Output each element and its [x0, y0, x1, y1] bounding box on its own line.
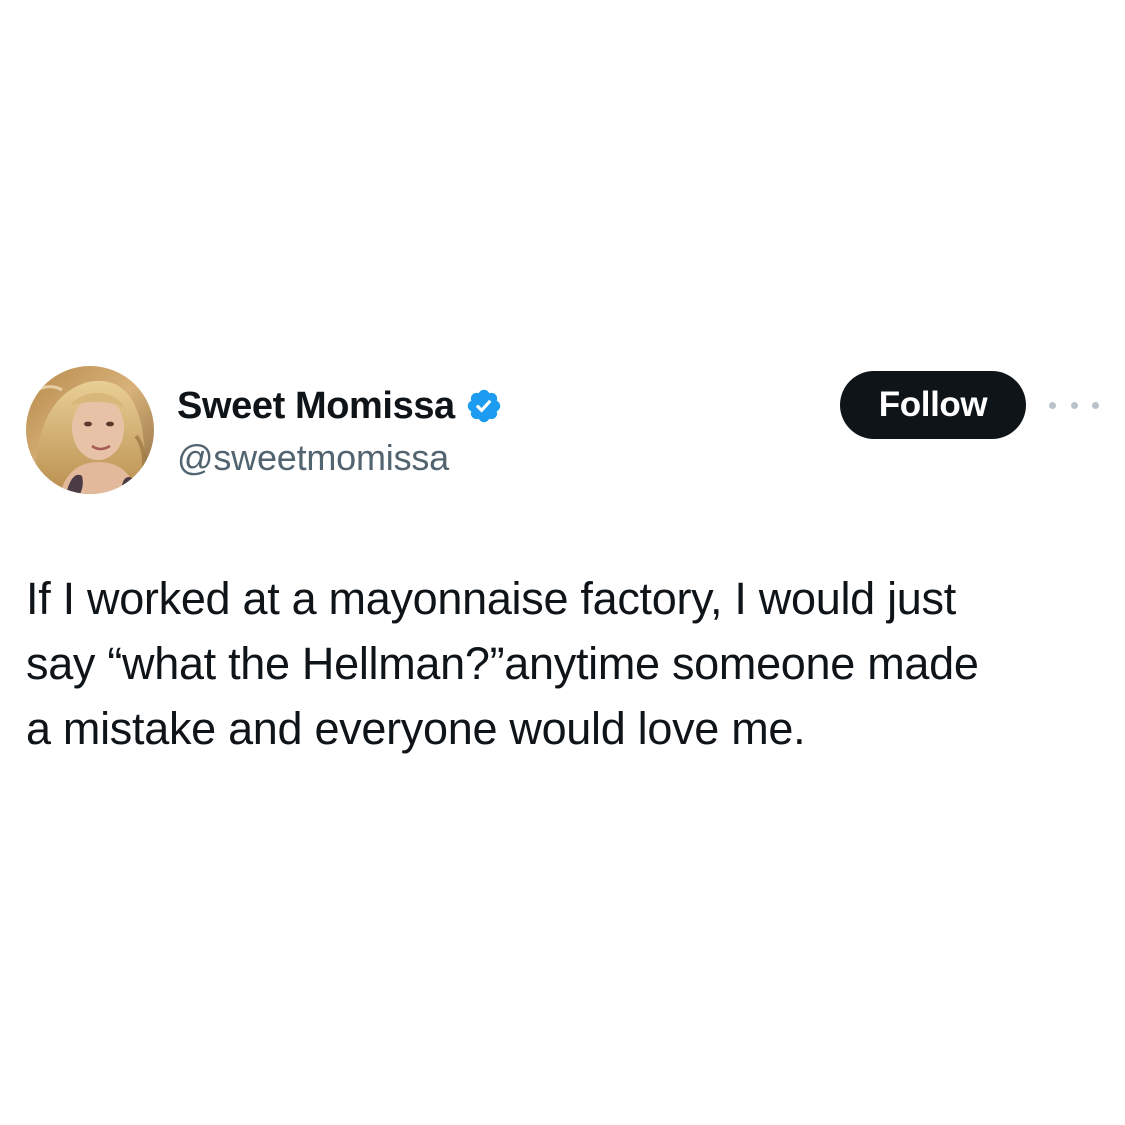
display-name-row[interactable]: Sweet Momissa: [177, 382, 503, 430]
tweet-text: If I worked at a mayonnaise factory, I w…: [26, 573, 979, 754]
more-dot: [1092, 401, 1099, 409]
more-dot: [1049, 401, 1056, 409]
display-name[interactable]: Sweet Momissa: [177, 385, 455, 428]
avatar[interactable]: [26, 366, 154, 494]
more-dot: [1070, 401, 1078, 409]
verified-badge-icon[interactable]: [465, 387, 503, 425]
more-options-icon[interactable]: [1049, 391, 1099, 419]
follow-button[interactable]: Follow: [840, 371, 1026, 439]
tweet-card: Sweet Momissa @sweetmomissa Follow If I …: [0, 0, 1125, 1125]
user-handle[interactable]: @sweetmomissa: [177, 437, 449, 479]
avatar-photo: [26, 366, 154, 494]
